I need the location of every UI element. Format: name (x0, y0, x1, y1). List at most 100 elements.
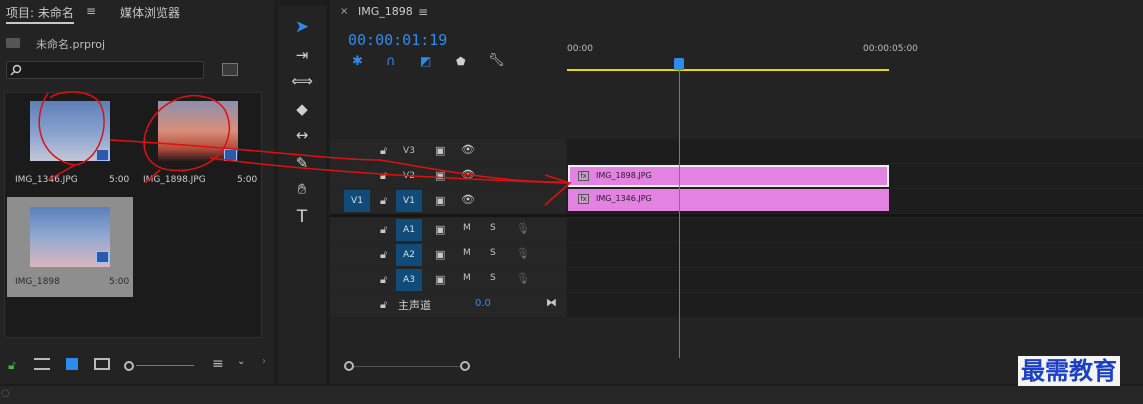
master-volume-value[interactable]: 0.0 (475, 298, 491, 309)
status-indicator-icon[interactable]: ◌ (1, 388, 10, 399)
snap-icon[interactable]: ∩ (386, 54, 396, 69)
fx-badge: fx (578, 171, 589, 181)
track-header: 🔓︎ 主声道 0.0 ⧓ (330, 293, 566, 317)
track-header: 🔓︎ A1 ▣ M S 🎙︎ (330, 218, 566, 242)
track-label[interactable]: A1 (396, 219, 422, 241)
mute-button[interactable]: M (463, 273, 471, 283)
lock-track-icon[interactable]: 🔓︎ (380, 248, 387, 262)
project-item[interactable]: IMG_1346.JPG 5:00 (7, 95, 133, 195)
more-icon[interactable]: › (262, 356, 266, 367)
microphone-icon[interactable]: 🎙︎ (516, 272, 530, 285)
time-ruler[interactable]: 00:00 00:00:05:00 (567, 40, 1143, 74)
selection-tool-icon[interactable]: ➤ (290, 16, 314, 38)
clip-img-1898[interactable]: fx IMG_1898.JPG (568, 165, 889, 187)
sort-icon[interactable]: ≡ (212, 356, 224, 372)
pen-tool-icon[interactable]: ✎ (290, 152, 314, 174)
solo-button[interactable]: S (490, 223, 496, 233)
microphone-icon[interactable]: 🎙︎ (516, 222, 530, 235)
search-input[interactable] (6, 61, 204, 79)
new-bin-icon[interactable] (222, 63, 238, 76)
go-to-in-out-icon[interactable]: ⧓ (546, 296, 557, 309)
sync-lock-icon[interactable]: ▣ (435, 273, 445, 286)
project-item-selected[interactable]: IMG_1898 5:00 (7, 197, 133, 297)
project-item[interactable]: IMG_1898.JPG 5:00 (135, 95, 261, 195)
solo-button[interactable]: S (490, 273, 496, 283)
scrollbar-right-handle[interactable] (460, 361, 470, 371)
lock-track-icon[interactable]: 🔓︎ (380, 194, 387, 208)
track-label[interactable]: A3 (396, 269, 422, 291)
hand-tool-icon[interactable]: ✋︎ (290, 178, 314, 200)
track-lane[interactable] (567, 218, 1143, 242)
playhead-handle[interactable] (674, 58, 684, 70)
close-tab-icon[interactable]: × (340, 6, 348, 17)
nest-icon[interactable]: ✱ (352, 54, 363, 69)
sync-lock-icon[interactable]: ▣ (435, 144, 445, 157)
track-header: V1 🔓︎ V1 ▣ 👁︎ (330, 189, 566, 213)
wrench-icon[interactable]: 🔧︎ (488, 53, 505, 68)
timeline-menu-icon[interactable]: ≡ (418, 5, 428, 19)
solo-button[interactable]: S (490, 248, 496, 258)
track-lane[interactable] (567, 139, 1143, 163)
icon-view-icon[interactable] (66, 358, 78, 370)
slip-tool-icon[interactable]: ↔ (290, 124, 314, 146)
list-view-icon[interactable] (34, 358, 50, 370)
eye-icon[interactable]: 👁︎ (461, 168, 475, 181)
item-duration: 5:00 (109, 175, 130, 185)
panel-menu-icon[interactable]: ≡ (86, 4, 96, 18)
item-name: IMG_1346.JPG (15, 175, 78, 185)
track-label[interactable]: V2 (396, 165, 422, 187)
microphone-icon[interactable]: 🎙︎ (516, 247, 530, 260)
track-label[interactable]: V3 (396, 140, 422, 162)
lock-track-icon[interactable]: 🔓︎ (380, 298, 387, 312)
video-audio-divider[interactable] (330, 214, 1143, 217)
linked-selection-icon[interactable]: ◩ (420, 54, 431, 68)
sync-lock-icon[interactable]: ▣ (435, 223, 445, 236)
lock-track-icon[interactable]: 🔓︎ (380, 169, 387, 183)
ripple-edit-tool-icon[interactable]: ⟺ (290, 70, 314, 92)
source-patch-v1[interactable]: V1 (344, 190, 370, 212)
watermark: 最需教育 (1018, 356, 1120, 386)
sequence-tab[interactable]: IMG_1898 (358, 5, 413, 18)
chevron-down-icon[interactable]: ⌄ (237, 356, 245, 367)
track-label[interactable]: A2 (396, 244, 422, 266)
track-v3: 🔓︎ V3 ▣ 👁︎ (330, 139, 1143, 163)
razor-tool-icon[interactable]: ◆ (290, 98, 314, 120)
item-duration: 5:00 (109, 277, 130, 287)
lock-track-icon[interactable]: 🔓︎ (380, 273, 387, 287)
sync-lock-icon[interactable]: ▣ (435, 169, 445, 182)
track-a2: 🔓︎ A2 ▣ M S 🎙︎ (330, 243, 1143, 267)
add-marker-icon[interactable]: ⬟ (456, 55, 466, 68)
tools-panel: ➤ ⇥ ⟺ ◆ ↔ ✎ ✋︎ T (278, 6, 326, 384)
mute-button[interactable]: M (463, 223, 471, 233)
timeline-scrollbar[interactable] (344, 366, 468, 367)
eye-icon[interactable]: 👁︎ (461, 193, 475, 206)
zoom-slider-handle[interactable] (124, 361, 134, 371)
track-header: 🔓︎ A3 ▣ M S 🎙︎ (330, 268, 566, 292)
lock-track-icon[interactable]: 🔓︎ (380, 223, 387, 237)
track-lane[interactable] (567, 243, 1143, 267)
fx-badge: fx (578, 194, 589, 204)
eye-icon[interactable]: 👁︎ (461, 143, 475, 156)
freeform-view-icon[interactable] (94, 358, 110, 370)
playhead-line (679, 70, 680, 358)
track-lane[interactable]: fx IMG_1346.JPG (567, 189, 1143, 213)
type-tool-icon[interactable]: T (290, 206, 314, 228)
lock-icon[interactable]: 🔓︎ (8, 358, 16, 373)
track-label[interactable]: V1 (396, 190, 422, 212)
sync-lock-icon[interactable]: ▣ (435, 248, 445, 261)
track-lane[interactable]: fx IMG_1898.JPG (567, 164, 1143, 188)
lock-track-icon[interactable]: 🔓︎ (380, 144, 387, 158)
sync-lock-icon[interactable]: ▣ (435, 194, 445, 207)
tab-media-browser[interactable]: 媒体浏览器 (120, 4, 180, 21)
mute-button[interactable]: M (463, 248, 471, 258)
track-select-tool-icon[interactable]: ⇥ (290, 44, 314, 66)
scrollbar-left-handle[interactable] (344, 361, 354, 371)
work-area-bar[interactable] (567, 69, 889, 71)
playhead-timecode[interactable]: 00:00:01:19 (348, 31, 447, 49)
clip-img-1346[interactable]: fx IMG_1346.JPG (568, 189, 889, 211)
track-lane[interactable] (567, 293, 1143, 317)
track-lane[interactable] (567, 268, 1143, 292)
item-name: IMG_1898.JPG (143, 175, 206, 185)
zoom-slider-track[interactable] (136, 365, 194, 366)
tab-project[interactable]: 项目: 未命名 (6, 4, 74, 24)
